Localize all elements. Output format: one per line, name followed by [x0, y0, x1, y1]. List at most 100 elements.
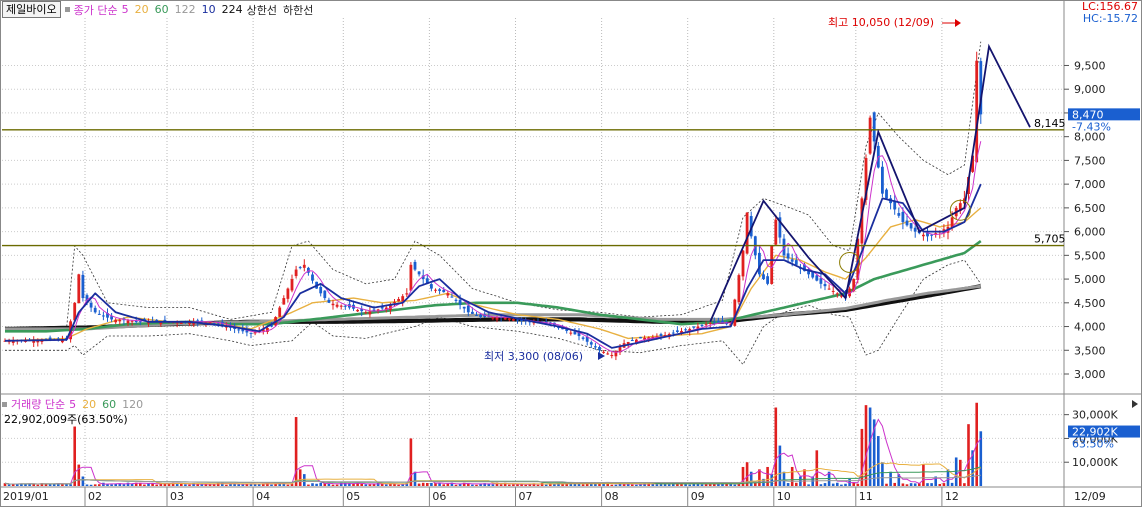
price-ma-label[interactable]: 종가 단순 [74, 2, 118, 18]
price-extra-하한선[interactable]: 하한선 [283, 2, 313, 18]
candle-body [446, 293, 450, 296]
volume-bar [852, 482, 855, 486]
volume-bar [417, 483, 421, 486]
candle-body [417, 271, 421, 275]
volume-bar [782, 471, 786, 486]
candle-body [823, 284, 827, 287]
candle-body [368, 311, 372, 315]
candle-body [885, 189, 888, 199]
volume-bar [446, 483, 450, 486]
volume-bar [581, 484, 585, 486]
stock-chart[interactable]: 2019/01 02 03 04 05 06 07 08 09 10 11 12 12/09 3,000 3… [0, 0, 1142, 507]
volume-bar [454, 484, 458, 486]
candle-body [639, 336, 642, 339]
candle-body [356, 309, 359, 312]
candle-body [725, 323, 728, 325]
candle-body [922, 234, 925, 237]
candle-body [602, 351, 605, 353]
volume-bar [257, 484, 261, 486]
price-ma-period-20[interactable]: 20 [135, 3, 149, 16]
chart-canvas[interactable]: 2019/01 02 03 04 05 06 07 08 09 10 11 12 12/09 3,000 3… [0, 0, 1142, 507]
volume-bar [475, 484, 478, 486]
candle-body [434, 289, 437, 291]
candle-body [364, 312, 368, 314]
volume-bar [790, 466, 794, 486]
volume-bar [836, 482, 839, 486]
volume-tick-label: 10,000K [1072, 456, 1118, 469]
price-ma-period-60[interactable]: 60 [155, 3, 169, 16]
volume-bar [409, 438, 413, 486]
volume-bar [73, 426, 76, 486]
price-ma-period-224[interactable]: 224 [222, 3, 243, 16]
volume-bar [89, 484, 93, 486]
volume-bar [622, 484, 626, 486]
volume-bar [881, 462, 884, 486]
x-tick-label-2019/01: 2019/01 [3, 490, 49, 503]
volume-bar [360, 483, 363, 486]
volume-bar [864, 405, 868, 486]
candle-body [294, 269, 298, 277]
candle-body [93, 307, 97, 313]
indicator-marker-icon [64, 7, 70, 12]
volume-ma-period-20[interactable]: 20 [82, 398, 96, 411]
x-tick-label-03: 03 [170, 490, 184, 503]
volume-ma-period-60[interactable]: 60 [102, 398, 116, 411]
candle-body [573, 331, 577, 335]
volume-bar [499, 484, 503, 486]
volume-bar [938, 483, 942, 486]
volume-ma-period-120[interactable]: 120 [122, 398, 143, 411]
volume-bar [877, 436, 880, 486]
volume-bar [36, 484, 40, 486]
candle-body [323, 290, 327, 299]
volume-bar [553, 484, 556, 486]
candle-body [126, 320, 130, 324]
volume-bar [294, 417, 298, 486]
candle-body [610, 355, 614, 357]
volume-bar [335, 484, 339, 486]
volume-ma-period-5[interactable]: 5 [69, 398, 76, 411]
volume-bar [352, 483, 355, 486]
volume-bar [963, 483, 966, 486]
stock-name[interactable]: 제일바이오 [2, 1, 61, 18]
volume-bar [93, 484, 97, 486]
volume-bar [856, 483, 860, 486]
candle-body [630, 340, 634, 342]
price-ma-period-122[interactable]: 122 [175, 3, 196, 16]
candle-body [815, 275, 819, 281]
candle-body [339, 305, 343, 307]
volume-ma-label[interactable]: 거래량 단순 [11, 396, 65, 412]
volume-bar [175, 484, 179, 486]
volume-bar [610, 484, 614, 486]
candle-body [770, 245, 774, 284]
candle-body [302, 264, 306, 268]
volume-bar [225, 484, 228, 486]
price-extra-상한선[interactable]: 상한선 [247, 2, 277, 18]
candle-body [290, 279, 294, 291]
candle-body [930, 234, 933, 236]
volume-bar [704, 484, 708, 486]
volume-value: 22,902,009주(63.50%) [4, 413, 128, 426]
volume-bar [901, 483, 905, 486]
candle-body [298, 267, 302, 269]
volume-bar [536, 484, 540, 486]
price-ma-period-10[interactable]: 10 [202, 3, 216, 16]
candle-body [503, 317, 507, 320]
candle-body [762, 274, 765, 280]
candle-body [397, 299, 400, 302]
candle-body [118, 319, 122, 322]
x-tick-label-02: 02 [88, 490, 102, 503]
candle-body [868, 117, 872, 154]
volume-bar [184, 484, 187, 486]
price-tick-label: 4,000 [1074, 321, 1106, 334]
candle-body [684, 329, 687, 331]
volume-bar [803, 469, 806, 486]
candle-body [881, 166, 884, 194]
volume-bar [180, 483, 183, 486]
candle-body [89, 302, 93, 308]
candle-body [827, 288, 831, 290]
volume-bar [143, 484, 146, 486]
price-ma-period-5[interactable]: 5 [122, 3, 129, 16]
volume-bar [516, 484, 519, 486]
price-tick-label: 5,000 [1074, 273, 1106, 286]
candle-body [475, 315, 478, 317]
